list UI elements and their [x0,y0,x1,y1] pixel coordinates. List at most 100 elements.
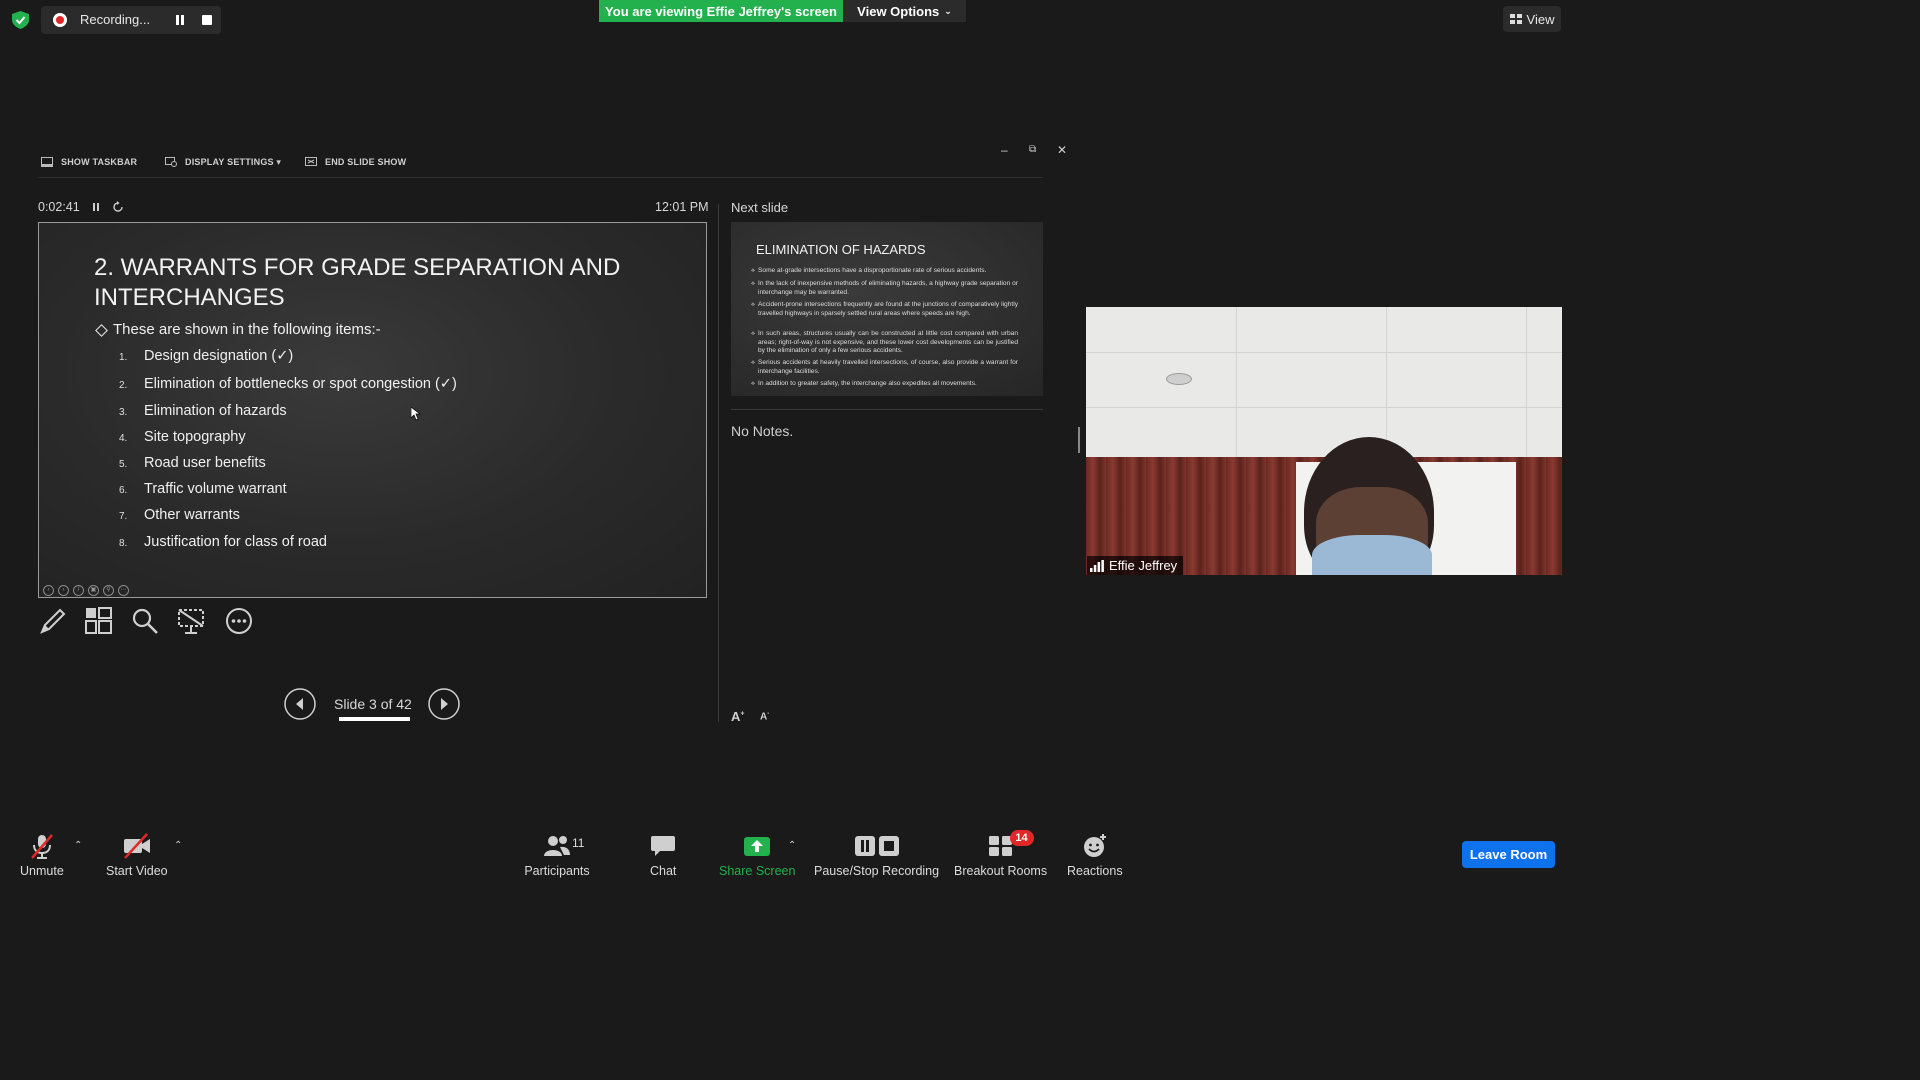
leave-room-button[interactable]: Leave Room [1462,841,1555,868]
reactions-button[interactable]: Reactions [1067,832,1123,878]
chevron-down-icon: ⌄ [944,5,952,16]
next-mini-icon[interactable]: › [58,585,69,596]
restore-icon[interactable]: ⧉ [1029,144,1036,155]
share-screen-icon [744,837,771,856]
view-layout-button[interactable]: View [1503,6,1561,32]
zoom-mini-icon[interactable]: ⚲ [103,585,114,596]
reactions-label: Reactions [1067,864,1123,878]
next-slide-title: ELIMINATION OF HAZARDS [756,242,926,257]
next-slide-preview[interactable]: ELIMINATION OF HAZARDS Some at-grade int… [731,222,1043,396]
item-number: 7. [119,511,128,522]
audio-options-chevron-icon[interactable]: ⌃ [74,840,82,851]
list-item: 7. Other warrants [119,507,240,523]
view-options-label: View Options [857,3,940,19]
list-item: 6. Traffic volume warrant [119,481,287,497]
more-options-icon[interactable] [224,606,254,636]
list-item: 1. Design designation (✓) [119,348,293,364]
unmute-button[interactable]: Unmute [20,832,64,878]
item-number: 8. [119,538,128,549]
item-text: Traffic volume warrant [144,481,287,497]
item-number: 4. [119,433,128,444]
see-all-slides-icon[interactable] [84,606,114,636]
taskbar-icon [41,157,53,167]
item-text: Design designation (✓) [144,348,294,364]
pause-recording-icon[interactable] [173,13,187,27]
video-options-chevron-icon[interactable]: ⌃ [174,840,182,851]
participant-name: Effie Jeffrey [1109,558,1178,573]
breakout-rooms-button[interactable]: 14 Breakout Rooms [954,830,1048,878]
resize-handle[interactable] [1078,427,1080,453]
pen-icon[interactable] [38,606,68,636]
slide-progress-fill [334,717,339,721]
reactions-icon [1083,834,1106,857]
participant-video[interactable] [1086,307,1562,575]
share-screen-button[interactable]: Share Screen [719,832,795,878]
pause-timer-icon[interactable] [91,202,101,212]
decrease-font-icon[interactable]: A- [760,711,769,722]
participants-button[interactable]: 11 Participants [522,832,592,878]
end-slide-show-label: END SLIDE SHOW [325,157,407,167]
close-icon[interactable]: ✕ [1057,143,1067,157]
show-taskbar-button[interactable]: SHOW TASKBAR [41,155,137,169]
zoom-icon[interactable] [130,606,160,636]
item-text: Elimination of bottlenecks or spot conge… [144,376,457,392]
item-text: Site topography [144,429,246,445]
list-item: 2. Elimination of bottlenecks or spot con… [119,376,457,392]
next-slide-button[interactable] [428,688,460,720]
participant-name-tag: Effie Jeffrey [1087,556,1184,575]
share-options-chevron-icon[interactable]: ⌃ [788,840,796,851]
end-slide-show-button[interactable]: END SLIDE SHOW [305,155,406,169]
breakout-rooms-badge: 14 [1009,830,1034,846]
item-text: Other warrants [144,507,240,523]
pause-stop-recording-label: Pause/Stop Recording [814,864,940,878]
next-slide-bullet: In addition to greater safety, the inter… [751,380,1018,389]
breakout-rooms-label: Breakout Rooms [954,864,1048,878]
slide-mini-toolbar: ‹ › / ▣ ⚲ ⋯ [43,585,129,596]
participants-icon [544,836,570,856]
pane-divider[interactable] [718,204,719,722]
slides-mini-icon[interactable]: ▣ [88,585,99,596]
muted-microphone-icon [30,834,53,859]
item-text: Justification for class of road [144,534,327,550]
previous-slide-button[interactable] [284,688,316,720]
next-slide-bullet: Accident-prone intersections frequently … [751,301,1018,318]
list-item: 3. Elimination of hazards [119,403,287,419]
more-mini-icon[interactable]: ⋯ [118,585,129,596]
item-number: 2. [119,380,128,391]
participants-label: Participants [524,864,590,878]
start-video-button[interactable]: Start Video [106,832,168,878]
signal-strength-icon [1090,559,1104,572]
display-settings-button[interactable]: DISPLAY SETTINGS ▾ [165,155,281,169]
speaker-notes: No Notes. [731,423,794,439]
chat-label: Chat [650,864,677,878]
item-number: 6. [119,485,128,496]
previous-mini-icon[interactable]: ‹ [43,585,54,596]
slide-counter[interactable]: Slide 3 of 42 [334,696,412,712]
pause-stop-recording-button[interactable]: Pause/Stop Recording [814,832,939,878]
next-slide-bullet: In the lack of inexpensive methods of el… [751,280,1018,297]
mouse-pointer-icon [411,407,421,421]
next-slide-bullet: In such areas, structures usually can be… [751,330,1018,356]
minimize-icon[interactable]: – [1001,143,1008,157]
pause-stop-icon [854,836,899,856]
stop-recording-icon[interactable] [202,15,212,25]
notes-divider [731,409,1043,410]
list-item: 4. Site topography [119,429,246,445]
pen-mini-icon[interactable]: / [73,585,84,596]
item-text: Road user benefits [144,455,266,471]
increase-font-icon[interactable]: A+ [731,709,744,724]
view-options-button[interactable]: View Options ⌄ [843,0,966,22]
viewing-screen-banner: You are viewing Effie Jeffrey's screen [599,0,843,22]
reset-timer-icon[interactable] [112,201,124,213]
chat-button[interactable]: Chat [650,832,676,878]
current-time: 12:01 PM [655,200,709,214]
toolbar-divider [38,177,1043,178]
participants-count: 11 [572,836,585,850]
security-shield-icon[interactable] [12,11,29,29]
current-slide[interactable]: 2. WARRANTS FOR GRADE SEPARATION AND INT… [38,222,707,598]
black-screen-icon[interactable] [176,606,206,636]
item-text: Elimination of hazards [144,403,287,419]
item-number: 1. [119,352,128,363]
slide-title: 2. WARRANTS FOR GRADE SEPARATION AND INT… [94,254,621,311]
next-slide-heading: Next slide [731,200,789,215]
